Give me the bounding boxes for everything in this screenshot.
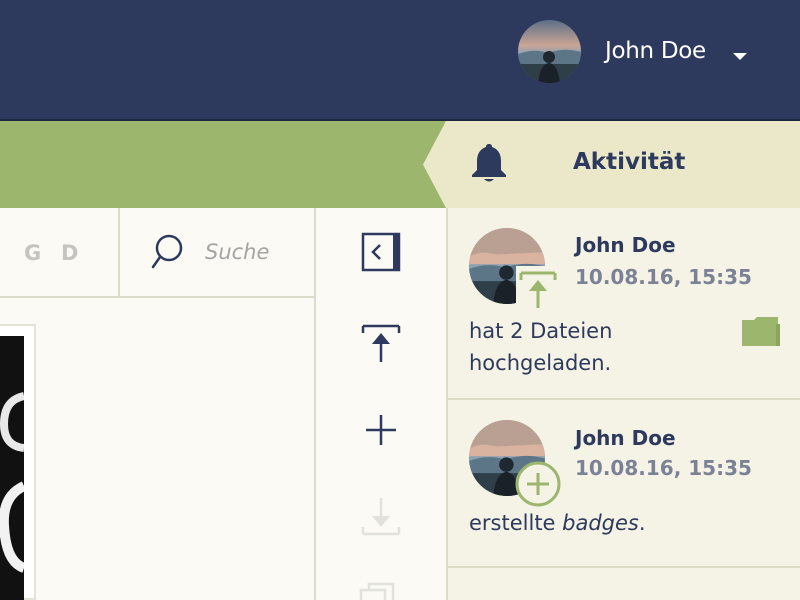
chevron-left-icon bbox=[371, 244, 381, 260]
activity-text: erstellte badges. bbox=[469, 507, 739, 539]
search-input[interactable] bbox=[205, 236, 305, 268]
plus-circle-icon bbox=[515, 461, 561, 507]
activity-timestamp: 10.08.16, 15:35 bbox=[575, 456, 752, 480]
download-button[interactable] bbox=[355, 491, 407, 543]
username[interactable]: John Doe bbox=[605, 38, 706, 64]
file-preview-image bbox=[0, 336, 24, 600]
folder-icon[interactable] bbox=[740, 316, 782, 348]
copy-button[interactable] bbox=[355, 576, 407, 600]
activity-user-name[interactable]: John Doe bbox=[575, 233, 676, 257]
filter-letter-d[interactable]: D bbox=[61, 241, 78, 265]
toolbar-divider bbox=[118, 208, 120, 298]
activity-target-link[interactable]: badges bbox=[562, 511, 639, 535]
bell-icon[interactable] bbox=[470, 142, 508, 184]
top-header: John Doe bbox=[0, 0, 800, 119]
activity-text-suffix: . bbox=[638, 511, 646, 535]
activity-text: hat 2 Dateien hochgeladen. bbox=[469, 319, 613, 375]
activity-title: Aktivität bbox=[573, 149, 686, 175]
chevron-down-icon[interactable] bbox=[733, 53, 747, 60]
user-avatar[interactable] bbox=[518, 20, 581, 83]
collapse-panel-button[interactable] bbox=[355, 226, 407, 278]
activity-text-prefix: erstellte bbox=[469, 511, 563, 535]
add-button[interactable] bbox=[355, 404, 407, 456]
action-bar bbox=[0, 121, 446, 208]
activity-item[interactable]: John Doe 10.08.16, 15:35 erstellte badge… bbox=[446, 400, 800, 568]
activity-item[interactable]: John Doe 10.08.16, 15:35 hat 2 Dateien h… bbox=[446, 208, 800, 400]
filter-letter-g[interactable]: G bbox=[24, 241, 41, 265]
upload-icon bbox=[516, 266, 560, 310]
search-icon[interactable] bbox=[151, 233, 185, 271]
activity-timestamp: 10.08.16, 15:35 bbox=[575, 265, 752, 289]
upload-button[interactable] bbox=[355, 317, 407, 369]
activity-user-name[interactable]: John Doe bbox=[575, 426, 676, 450]
avatar-image bbox=[518, 20, 581, 83]
